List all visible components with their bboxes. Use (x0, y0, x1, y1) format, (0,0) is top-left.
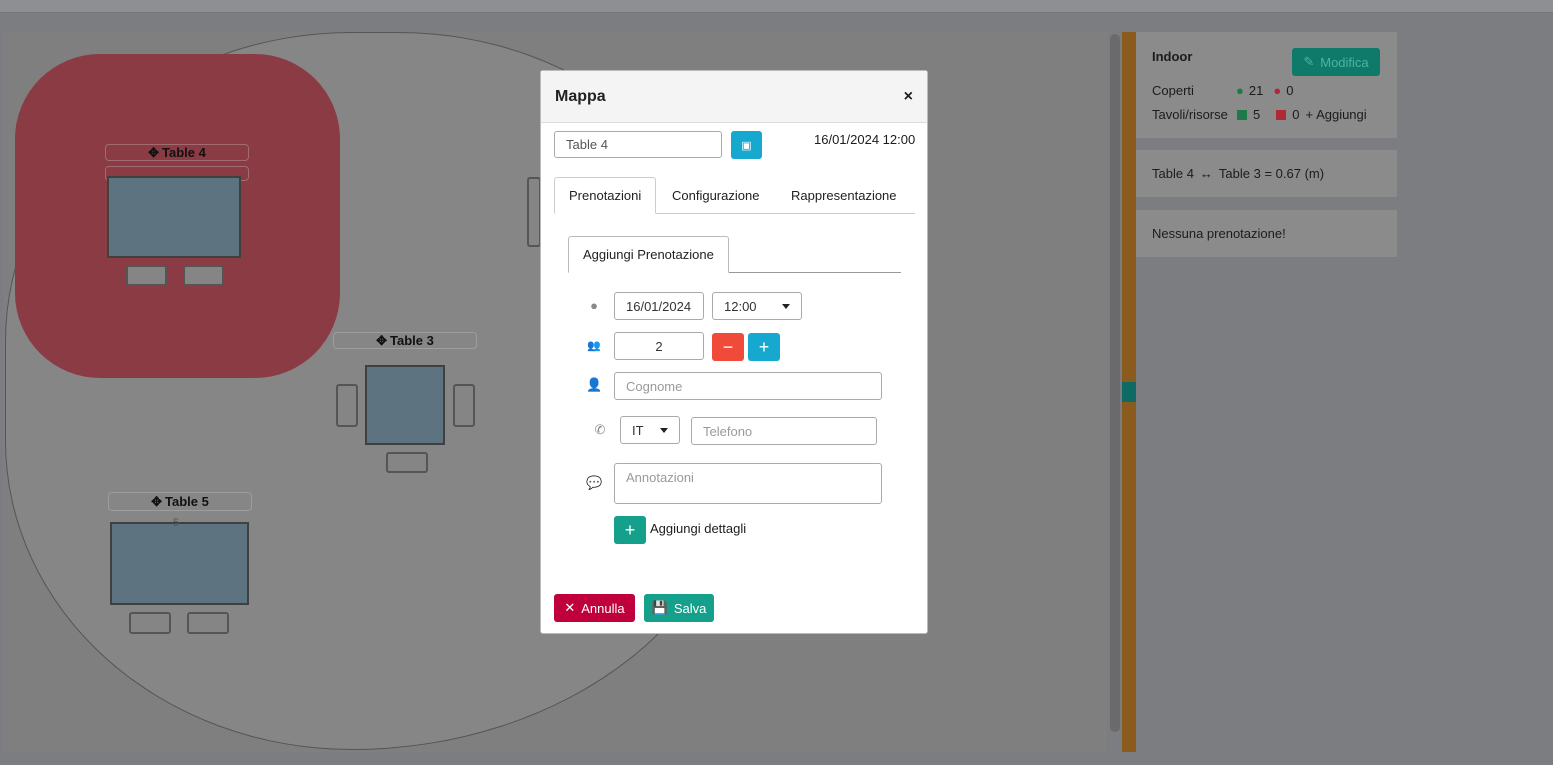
move-icon[interactable]: ✥ (148, 145, 159, 161)
chair (187, 612, 229, 634)
increase-guests-button[interactable]: + (748, 333, 780, 361)
free-square-icon (1237, 109, 1247, 120)
caret-down-icon (782, 303, 790, 309)
time-select[interactable]: 12:00 (712, 292, 802, 320)
person-icon: ● (1273, 83, 1282, 98)
covers-free: 21 (1248, 83, 1264, 98)
covers-label: Coperti (1152, 83, 1194, 98)
caret-down-icon (660, 427, 668, 433)
table-5[interactable] (110, 522, 249, 605)
save-button[interactable]: 💾 Salva (644, 594, 714, 622)
chair (527, 177, 541, 247)
distance-to: Table 3 = 0.67 (m) (1218, 166, 1325, 181)
tab-prenotazioni[interactable]: Prenotazioni (554, 177, 657, 214)
arrows-icon: ↔ (1199, 166, 1213, 181)
tab-rappresentazione[interactable]: Rappresentazione (777, 177, 911, 214)
add-details-button[interactable]: + (614, 516, 646, 544)
table-seat-count: 5 (173, 517, 180, 529)
surname-input[interactable]: Cognome (626, 379, 682, 394)
side-accent-marker (1122, 382, 1136, 402)
comment-icon: 💬 (586, 475, 603, 490)
date-input[interactable]: 16/01/2024 (614, 292, 704, 320)
edit-icon: ✎ (1303, 54, 1315, 69)
move-icon[interactable]: ✥ (151, 494, 162, 510)
plus-icon: + (1305, 107, 1314, 122)
table-3[interactable] (365, 365, 445, 445)
table-name-input[interactable]: Table 4 (554, 131, 722, 158)
add-link[interactable]: + Aggiungi (1305, 107, 1366, 122)
bookings-panel: Nessuna prenotazione! (1136, 210, 1397, 257)
chair (183, 265, 224, 286)
qr-icon: ▣ (741, 139, 752, 152)
chair (129, 612, 171, 634)
chair (336, 384, 358, 427)
no-bookings-text: Nessuna prenotazione! (1152, 226, 1286, 241)
phone-icon: ✆ (594, 422, 606, 437)
table-label[interactable]: ✥ Table 5 (108, 492, 252, 511)
close-button[interactable]: × (904, 88, 913, 106)
cancel-button[interactable]: ✕ Annulla (554, 594, 635, 622)
decrease-guests-button[interactable]: − (712, 333, 744, 361)
qr-code-button[interactable]: ▣ (731, 131, 762, 159)
plus-icon: + (624, 519, 636, 540)
guests-input[interactable]: 2 (614, 332, 704, 360)
chair (453, 384, 475, 427)
person-icon: ● (1236, 83, 1244, 98)
chair (386, 452, 428, 473)
area-name: Indoor (1152, 49, 1193, 64)
distance-panel: Table 4 ↔ Table 3 = 0.67 (m) (1136, 150, 1397, 197)
top-bar (0, 0, 1553, 13)
add-details-label[interactable]: Aggiungi dettagli (650, 521, 746, 536)
map-modal: Mappa × Table 4 ▣ 16/01/2024 12:00 Preno… (540, 70, 928, 634)
tab-configurazione[interactable]: Configurazione (658, 177, 773, 214)
tables-busy: 0 (1292, 107, 1300, 122)
tables-label: Tavoli/risorse (1152, 107, 1228, 122)
users-icon: 👥 (587, 340, 601, 352)
busy-square-icon (1276, 109, 1287, 120)
notes-textarea[interactable]: Annotazioni (626, 470, 694, 485)
table-label[interactable]: ✥ Table 4 (105, 144, 249, 161)
edit-button[interactable]: ✎ Modifica (1292, 48, 1380, 76)
close-icon: ✕ (564, 600, 576, 615)
covers-busy: 0 (1286, 83, 1294, 98)
country-select[interactable]: IT (620, 416, 680, 444)
map-scrollbar[interactable] (1110, 34, 1120, 732)
table-label[interactable]: ✥ Table 3 (333, 332, 477, 349)
move-icon[interactable]: ✥ (376, 333, 387, 349)
datetime: 16/01/2024 12:00 (814, 132, 916, 147)
tab-add-booking[interactable]: Aggiungi Prenotazione (568, 236, 729, 273)
modal-title: Mappa (555, 87, 606, 105)
person-icon: 👤 (586, 377, 603, 392)
phone-input[interactable]: Telefono (703, 424, 752, 439)
distance-from: Table 4 (1152, 166, 1194, 181)
table-4[interactable] (107, 176, 241, 258)
tables-free: 5 (1253, 107, 1261, 122)
floppy-icon: 💾 (651, 600, 668, 615)
clock-icon: ● (590, 298, 598, 313)
chair (126, 265, 167, 286)
